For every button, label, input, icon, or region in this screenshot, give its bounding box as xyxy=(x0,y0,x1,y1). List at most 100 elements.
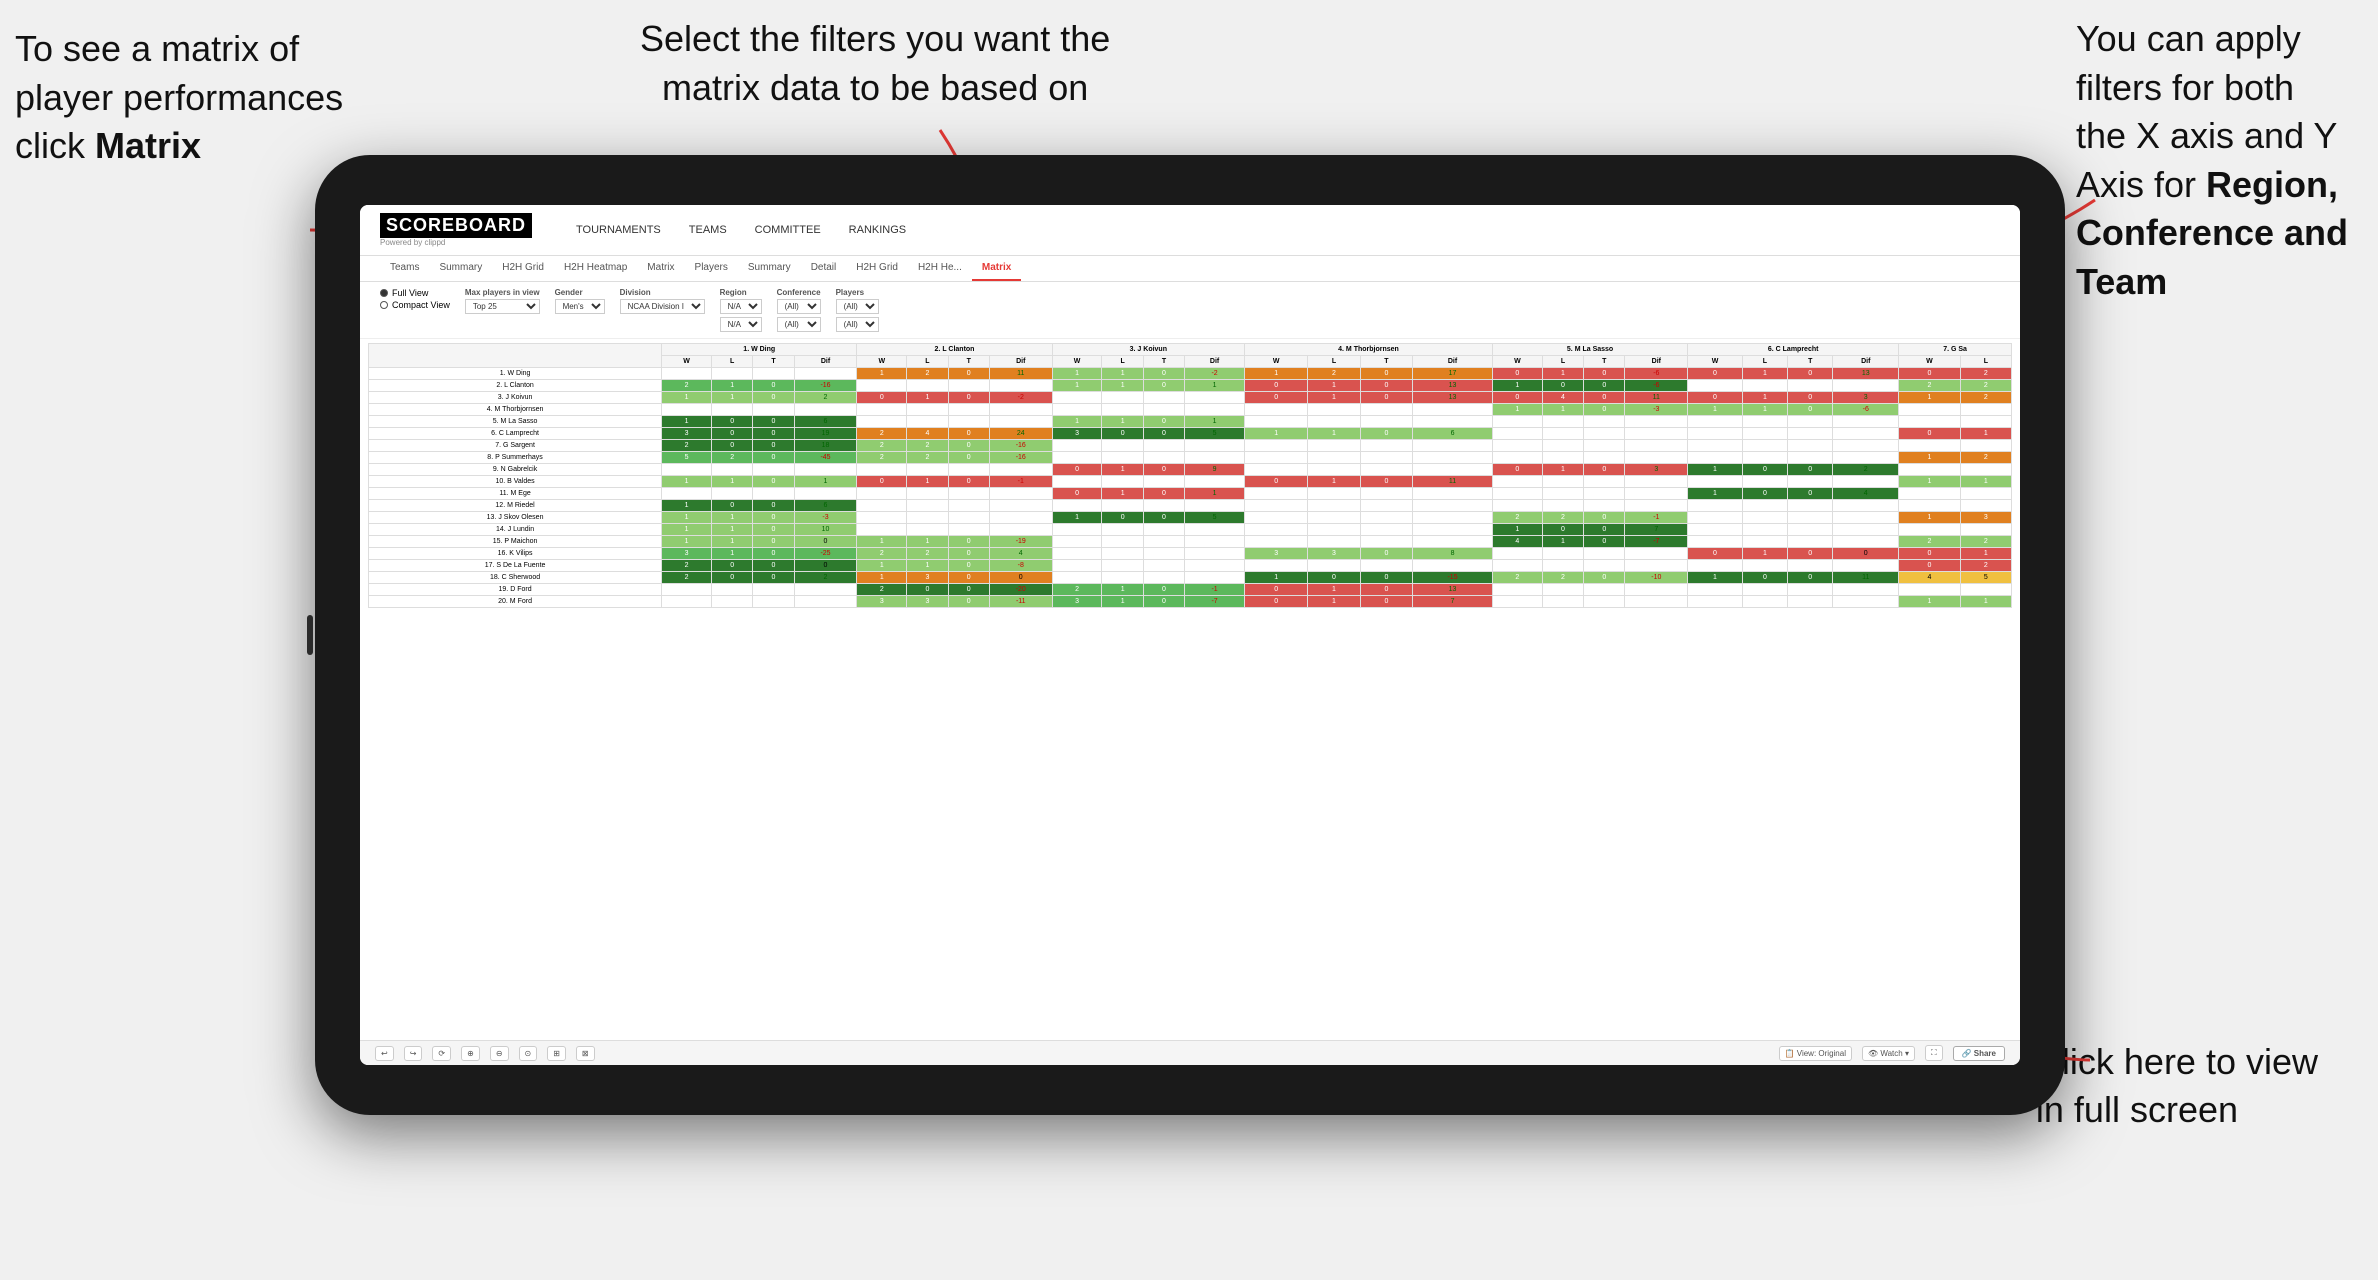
nav-tournaments[interactable]: TOURNAMENTS xyxy=(572,222,665,238)
matrix-cell xyxy=(1245,512,1308,524)
tab-summary[interactable]: Summary xyxy=(429,256,492,281)
matrix-cell xyxy=(1788,596,1833,608)
matrix-cell xyxy=(857,488,907,500)
matrix-cell xyxy=(1788,500,1833,512)
zoom-out-button[interactable]: ⊖ xyxy=(490,1046,509,1061)
tab-players[interactable]: Players xyxy=(685,256,738,281)
nav-rankings[interactable]: RANKINGS xyxy=(845,222,910,238)
watch-button[interactable]: 👁 Watch ▾ xyxy=(1862,1046,1915,1061)
matrix-cell xyxy=(1788,512,1833,524)
max-players-select[interactable]: Top 25 xyxy=(465,299,540,314)
tab-detail[interactable]: Detail xyxy=(801,256,847,281)
matrix-cell xyxy=(907,488,948,500)
matrix-cell xyxy=(1788,584,1833,596)
tab-matrix[interactable]: Matrix xyxy=(637,256,684,281)
players-select1[interactable]: (All) xyxy=(836,299,879,314)
player-name-cell: 2. L Clanton xyxy=(369,380,662,392)
matrix-cell: 2 xyxy=(1960,392,2011,404)
tab-h2h-grid2[interactable]: H2H Grid xyxy=(846,256,908,281)
matrix-cell xyxy=(1584,548,1625,560)
matrix-cell xyxy=(1308,536,1360,548)
logo-area: SCOREBOARD Powered by clippd xyxy=(380,213,532,247)
matrix-cell: 1 xyxy=(1542,404,1583,416)
view-original-button[interactable]: 📋 View: Original xyxy=(1779,1046,1852,1061)
grid-button[interactable]: ⊞ xyxy=(547,1046,566,1061)
matrix-cell: 0 xyxy=(1788,464,1833,476)
matrix-cell: 0 xyxy=(794,560,857,572)
conference-select2[interactable]: (All) xyxy=(777,317,821,332)
full-view-radio[interactable] xyxy=(380,289,388,297)
nav-committee[interactable]: COMMITTEE xyxy=(751,222,825,238)
division-select[interactable]: NCAA Division I xyxy=(620,299,705,314)
matrix-cell xyxy=(907,464,948,476)
matrix-cell: -2 xyxy=(989,392,1052,404)
matrix-cell: 1 xyxy=(662,512,712,524)
players-select2[interactable]: (All) xyxy=(836,317,879,332)
matrix-cell xyxy=(1899,464,1961,476)
matrix-cell: 2 xyxy=(662,560,712,572)
matrix-cell: 0 xyxy=(711,500,752,512)
matrix-cell xyxy=(1143,524,1184,536)
nav-teams[interactable]: TEAMS xyxy=(685,222,731,238)
compact-view-radio[interactable] xyxy=(380,301,388,309)
col-header-5: 5. M La Sasso xyxy=(1492,344,1687,356)
region-select2[interactable]: N/A xyxy=(720,317,762,332)
player-name-cell: 4. M Thorbjornsen xyxy=(369,404,662,416)
matrix-cell xyxy=(1052,440,1102,452)
conference-select1[interactable]: (All) xyxy=(777,299,821,314)
fit-button[interactable]: ⊙ xyxy=(519,1046,538,1061)
player-name-cell: 11. M Ege xyxy=(369,488,662,500)
matrix-cell xyxy=(1360,560,1412,572)
matrix-cell: 0 xyxy=(1688,548,1743,560)
tab-summary2[interactable]: Summary xyxy=(738,256,801,281)
matrix-cell xyxy=(1688,524,1743,536)
redo-button[interactable]: ↪ xyxy=(404,1046,423,1061)
matrix-cell xyxy=(1102,452,1143,464)
matrix-cell xyxy=(1360,536,1412,548)
fullscreen-button[interactable]: ⛶ xyxy=(1925,1045,1943,1061)
matrix-cell xyxy=(1492,488,1542,500)
matrix-cell xyxy=(1052,524,1102,536)
matrix-cell xyxy=(1742,500,1787,512)
tab-h2h-grid[interactable]: H2H Grid xyxy=(492,256,554,281)
matrix-cell xyxy=(794,404,857,416)
matrix-cell xyxy=(1542,416,1583,428)
matrix-cell: 0 xyxy=(753,500,794,512)
matrix-cell xyxy=(1185,392,1245,404)
compact-view-option[interactable]: Compact View xyxy=(380,300,450,310)
matrix-cell: 1 xyxy=(1688,488,1743,500)
tab-matrix-active[interactable]: Matrix xyxy=(972,256,1021,281)
matrix-cell: 0 xyxy=(1308,572,1360,584)
matrix-cell xyxy=(1102,548,1143,560)
undo-button[interactable]: ↩ xyxy=(375,1046,394,1061)
tab-h2h-he[interactable]: H2H He... xyxy=(908,256,972,281)
matrix-cell: 0 xyxy=(1245,380,1308,392)
full-view-option[interactable]: Full View xyxy=(380,288,450,298)
matrix-cell xyxy=(989,500,1052,512)
gender-select[interactable]: Men's xyxy=(555,299,605,314)
refresh-button[interactable]: ⟳ xyxy=(432,1046,451,1061)
matrix-cell xyxy=(753,404,794,416)
matrix-scroll-area[interactable]: 1. W Ding 2. L Clanton 3. J Koivun 4. M … xyxy=(360,339,2020,1040)
tab-teams[interactable]: Teams xyxy=(380,256,429,281)
matrix-cell: 11 xyxy=(1833,572,1899,584)
tab-h2h-heatmap[interactable]: H2H Heatmap xyxy=(554,256,637,281)
matrix-cell xyxy=(1742,440,1787,452)
matrix-cell: 1 xyxy=(1102,596,1143,608)
matrix-cell: 19 xyxy=(794,428,857,440)
export-button[interactable]: ⊠ xyxy=(576,1046,595,1061)
matrix-cell xyxy=(1584,440,1625,452)
matrix-cell: 0 xyxy=(1788,392,1833,404)
matrix-cell: 0 xyxy=(989,572,1052,584)
region-select1[interactable]: N/A xyxy=(720,299,762,314)
zoom-in-button[interactable]: ⊕ xyxy=(461,1046,480,1061)
share-button[interactable]: 🔗 Share xyxy=(1953,1046,2005,1061)
matrix-cell xyxy=(1185,524,1245,536)
matrix-cell xyxy=(1688,596,1743,608)
matrix-cell xyxy=(1833,428,1899,440)
matrix-cell: 0 xyxy=(1492,368,1542,380)
matrix-cell: 1 xyxy=(1899,476,1961,488)
col-header-3: 3. J Koivun xyxy=(1052,344,1244,356)
matrix-cell: 0 xyxy=(1360,428,1412,440)
matrix-cell: 1 xyxy=(1052,368,1102,380)
